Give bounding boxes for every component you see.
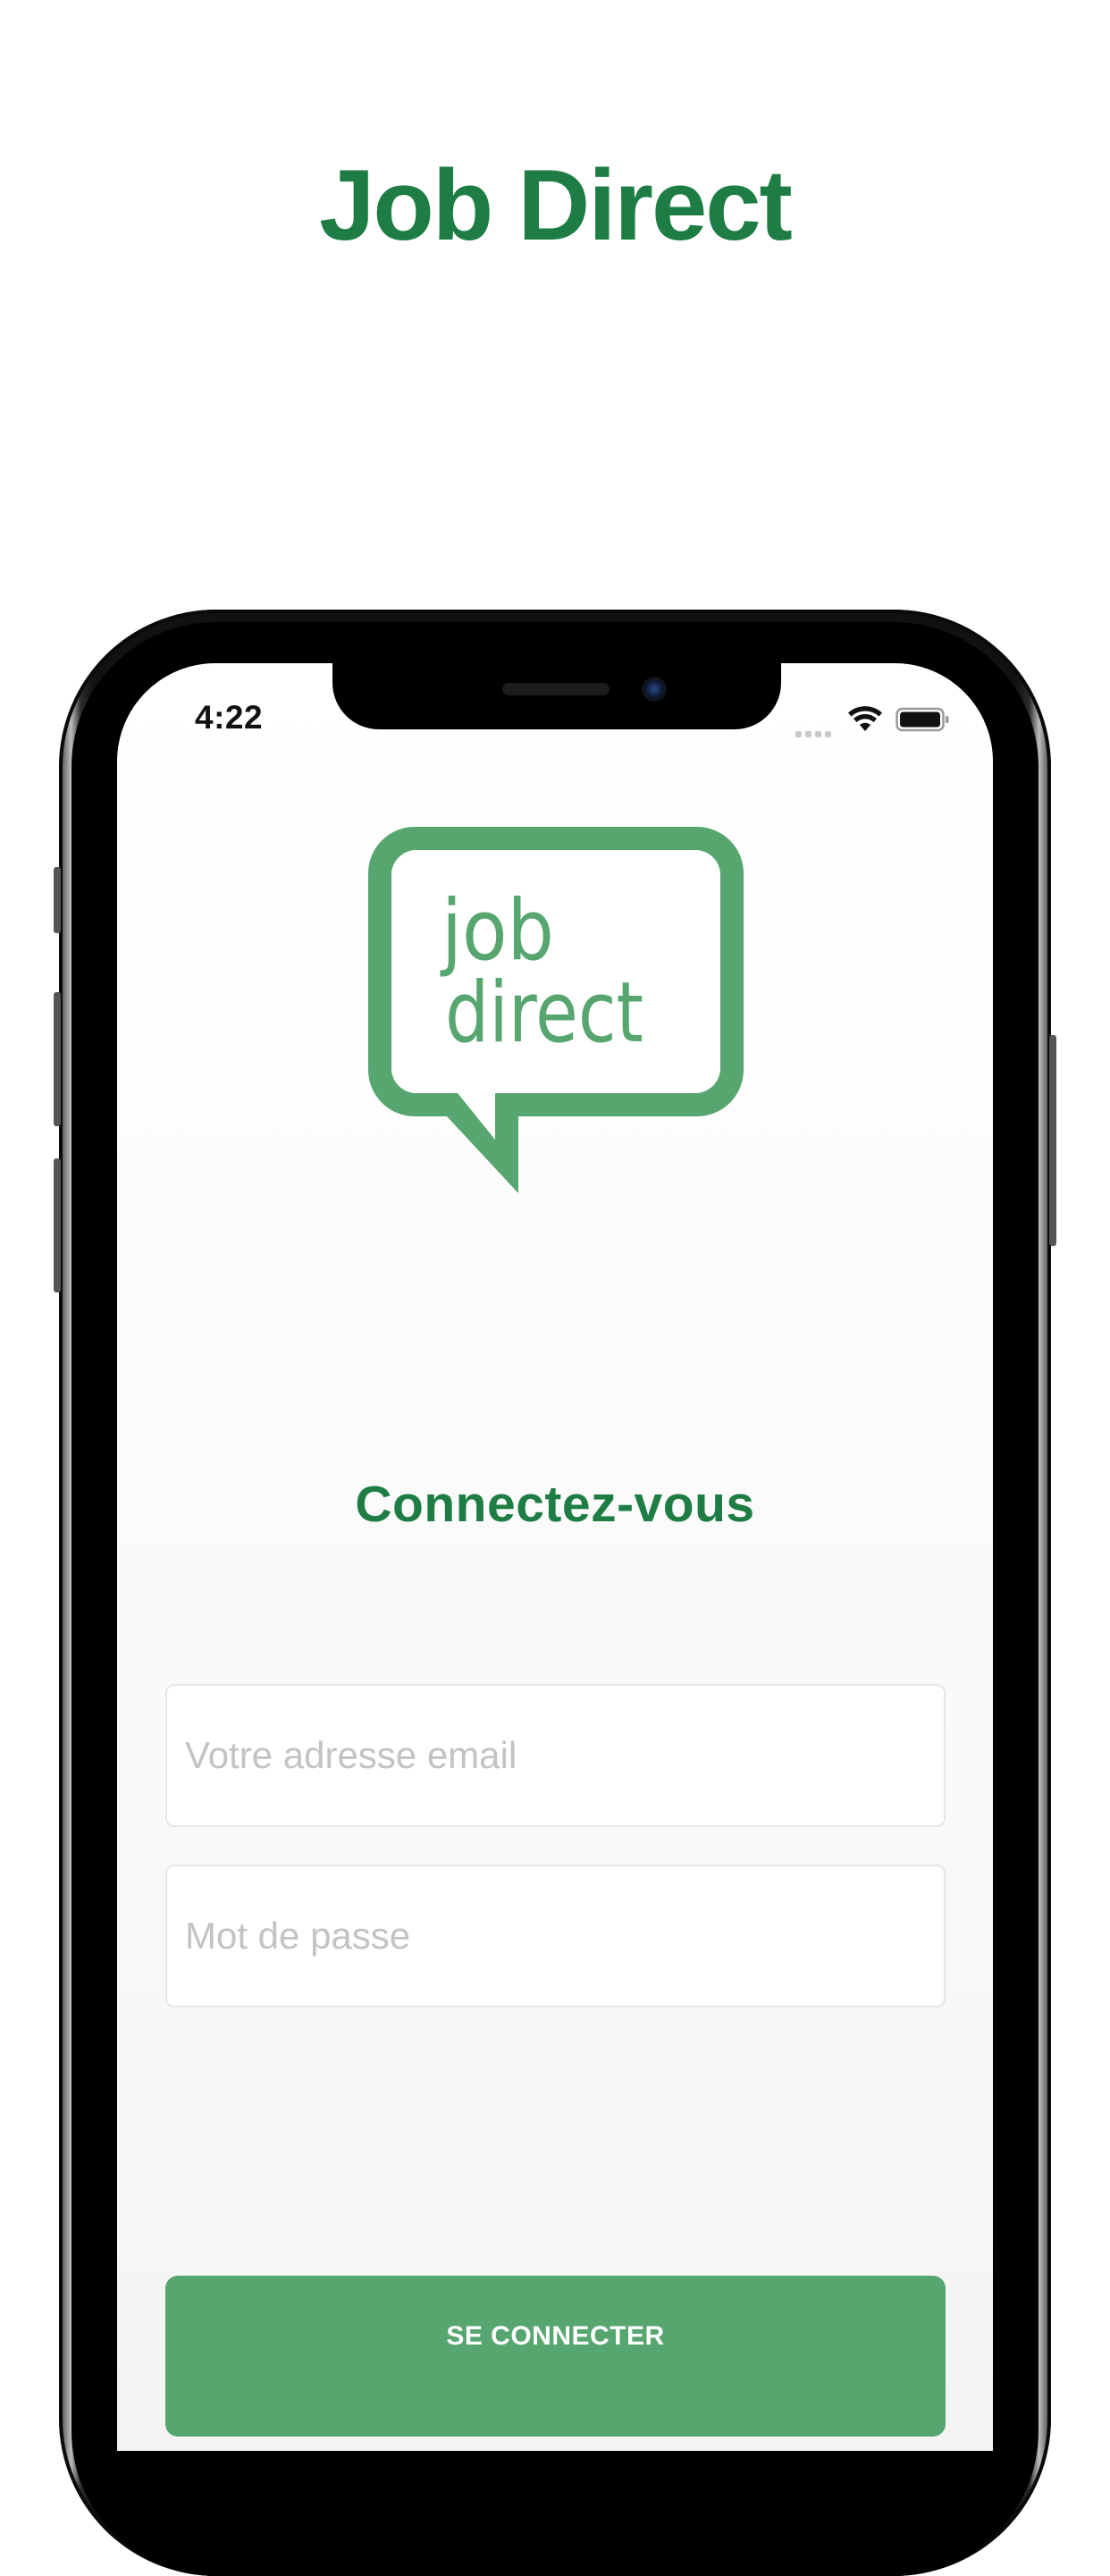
mute-switch	[54, 867, 61, 933]
phone-notch	[332, 663, 781, 729]
front-camera	[642, 677, 667, 702]
wifi-icon	[848, 706, 882, 731]
promo-title: Job Direct	[319, 149, 793, 261]
status-time: 4:22	[195, 699, 264, 736]
volume-up-button	[54, 992, 61, 1126]
password-input[interactable]	[165, 1865, 946, 2008]
login-button[interactable]: SE CONNECTER	[165, 2276, 946, 2437]
power-button	[1049, 1035, 1056, 1246]
email-input[interactable]	[165, 1684, 946, 1827]
job-direct-logo: job direct	[368, 827, 744, 1193]
speaker-grille	[502, 683, 610, 695]
logo-text-direct: direct	[445, 964, 643, 1062]
battery-icon	[896, 707, 949, 732]
login-heading: Connectez-vous	[355, 1476, 755, 1533]
cellular-signal-icon	[795, 726, 837, 737]
volume-down-button	[54, 1158, 61, 1292]
